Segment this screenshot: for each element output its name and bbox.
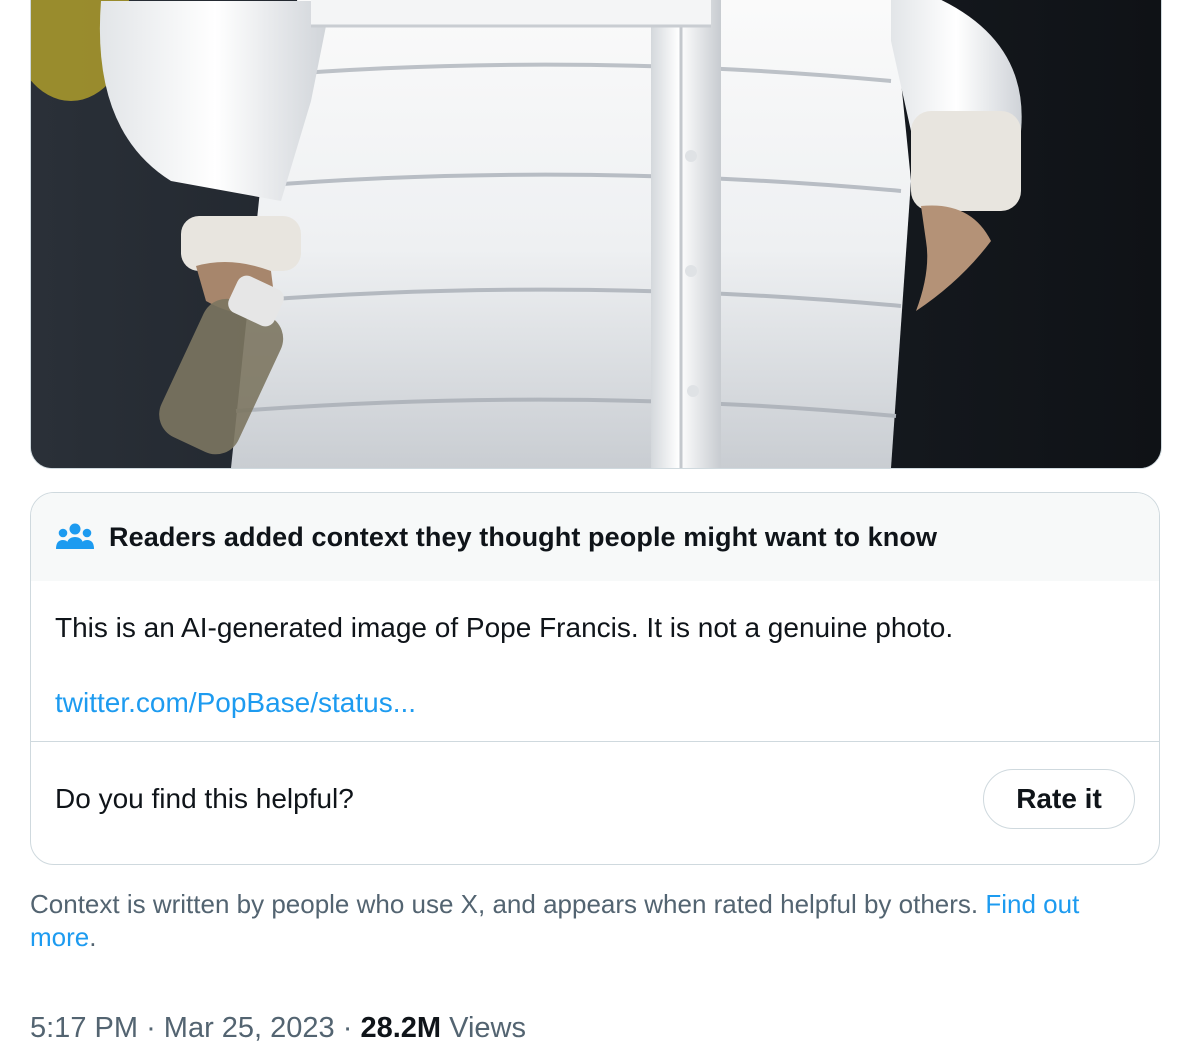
meta-separator: ·: [146, 1012, 156, 1044]
puffer-coat-photo: [31, 0, 1161, 468]
views-label: Views: [449, 1012, 526, 1044]
find-out-more-link-text-1: Find out: [985, 889, 1080, 919]
rate-it-button[interactable]: Rate it: [983, 769, 1135, 829]
tweet-meta: 5:17 PM · Mar 25, 2023 · 28.2M Views: [30, 1012, 526, 1045]
disclaimer-text: Context is written by people who use X, …: [30, 889, 979, 919]
meta-separator-2: ·: [342, 1012, 353, 1044]
community-note-body: This is an AI-generated image of Pope Fr…: [31, 581, 1159, 742]
community-note-footer: Do you find this helpful? Rate it: [31, 742, 1159, 856]
find-out-more-link-text-2: more: [30, 922, 90, 952]
community-notes-disclaimer: Context is written by people who use X, …: [30, 888, 1140, 954]
community-note-source-link[interactable]: twitter.com/PopBase/status...: [55, 687, 416, 719]
helpful-question: Do you find this helpful?: [55, 783, 354, 814]
community-note-text: This is an AI-generated image of Pope Fr…: [55, 612, 954, 643]
community-note-card: Readers added context they thought peopl…: [30, 492, 1160, 865]
tweet-date: Mar 25, 2023: [163, 1012, 335, 1044]
tweet-time: 5:17 PM: [30, 1012, 138, 1044]
disclaimer-trailing: .: [89, 922, 97, 952]
tweet-timestamp-link[interactable]: 5:17 PM · Mar 25, 2023: [30, 1012, 335, 1044]
community-note-header: Readers added context they thought peopl…: [31, 493, 1159, 581]
tweet-image[interactable]: [30, 0, 1162, 469]
people-icon: [55, 522, 95, 552]
community-note-title: Readers added context they thought peopl…: [109, 521, 938, 552]
views-count: 28.2M: [360, 1012, 442, 1044]
tweet-detail: Readers added context they thought peopl…: [0, 0, 1188, 1062]
